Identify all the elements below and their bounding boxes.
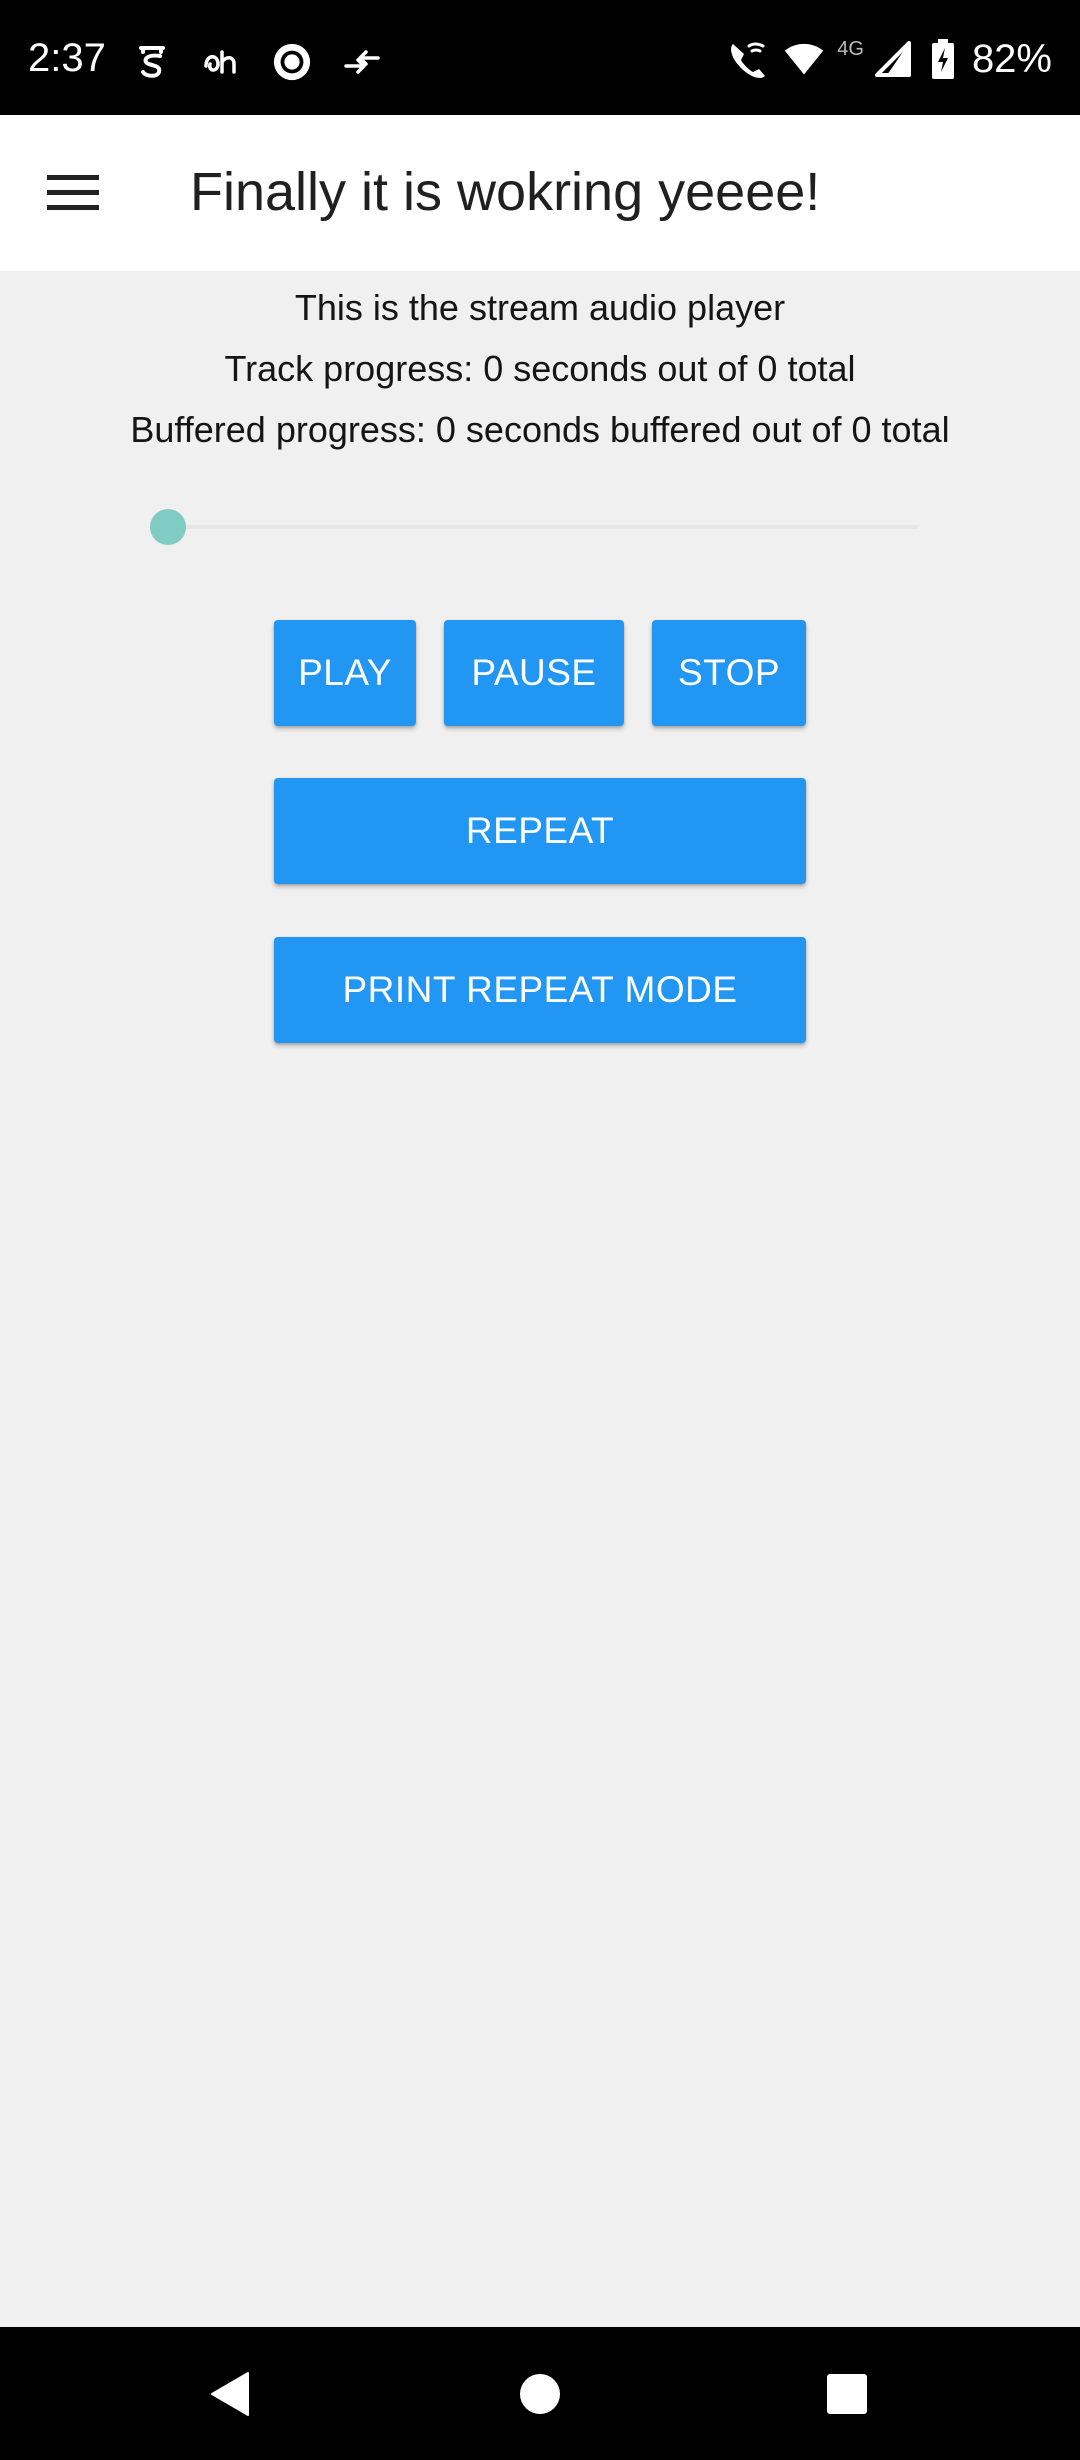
player-heading: This is the stream audio player [294,287,786,328]
home-button[interactable] [503,2357,577,2431]
app-bar: Finally it is wokring yeeee! [0,115,1080,271]
status-time: 2:37 [28,36,106,80]
slider-thumb[interactable] [150,509,186,545]
print-repeat-mode-button[interactable]: PRINT REPEAT MODE [274,937,806,1043]
status-system-icons: 4G 82% [725,38,1052,80]
menu-button[interactable] [28,158,118,228]
battery-percentage: 82% [971,37,1052,81]
network-type-label: 4G [837,37,864,60]
buffered-progress-text: Buffered progress: 0 seconds buffered ou… [130,409,950,450]
data-transfer-icon [342,42,382,82]
home-icon [520,2374,560,2414]
battery-charging-icon [930,38,956,80]
play-button[interactable]: PLAY [274,620,416,726]
notification-script-icon [202,42,242,82]
record-circle-icon [272,42,312,82]
page-title: Finally it is wokring yeeee! [190,162,821,222]
back-icon [211,2372,249,2416]
notification-s-icon [132,42,172,82]
recents-button[interactable] [810,2357,884,2431]
pause-button[interactable]: PAUSE [444,620,624,726]
wifi-icon [783,38,825,80]
stop-button[interactable]: STOP [652,620,806,726]
status-notification-icons [132,42,382,82]
wifi-calling-icon [725,38,767,80]
cell-signal-icon [872,38,914,80]
back-button[interactable] [193,2357,267,2431]
slider-track [168,525,918,529]
status-bar: 2:37 4G 82% [0,0,1080,115]
track-progress-text: Track progress: 0 seconds out of 0 total [224,348,856,389]
app-screen: 2:37 4G 82% Finally it is wokring yeeee!… [0,0,1080,2460]
hamburger-menu-icon [47,175,99,210]
repeat-button[interactable]: REPEAT [274,778,806,884]
track-seek-slider[interactable] [148,497,918,557]
system-nav-bar [0,2327,1080,2460]
player-content: This is the stream audio player Track pr… [0,271,1080,1043]
recents-icon [827,2374,867,2414]
